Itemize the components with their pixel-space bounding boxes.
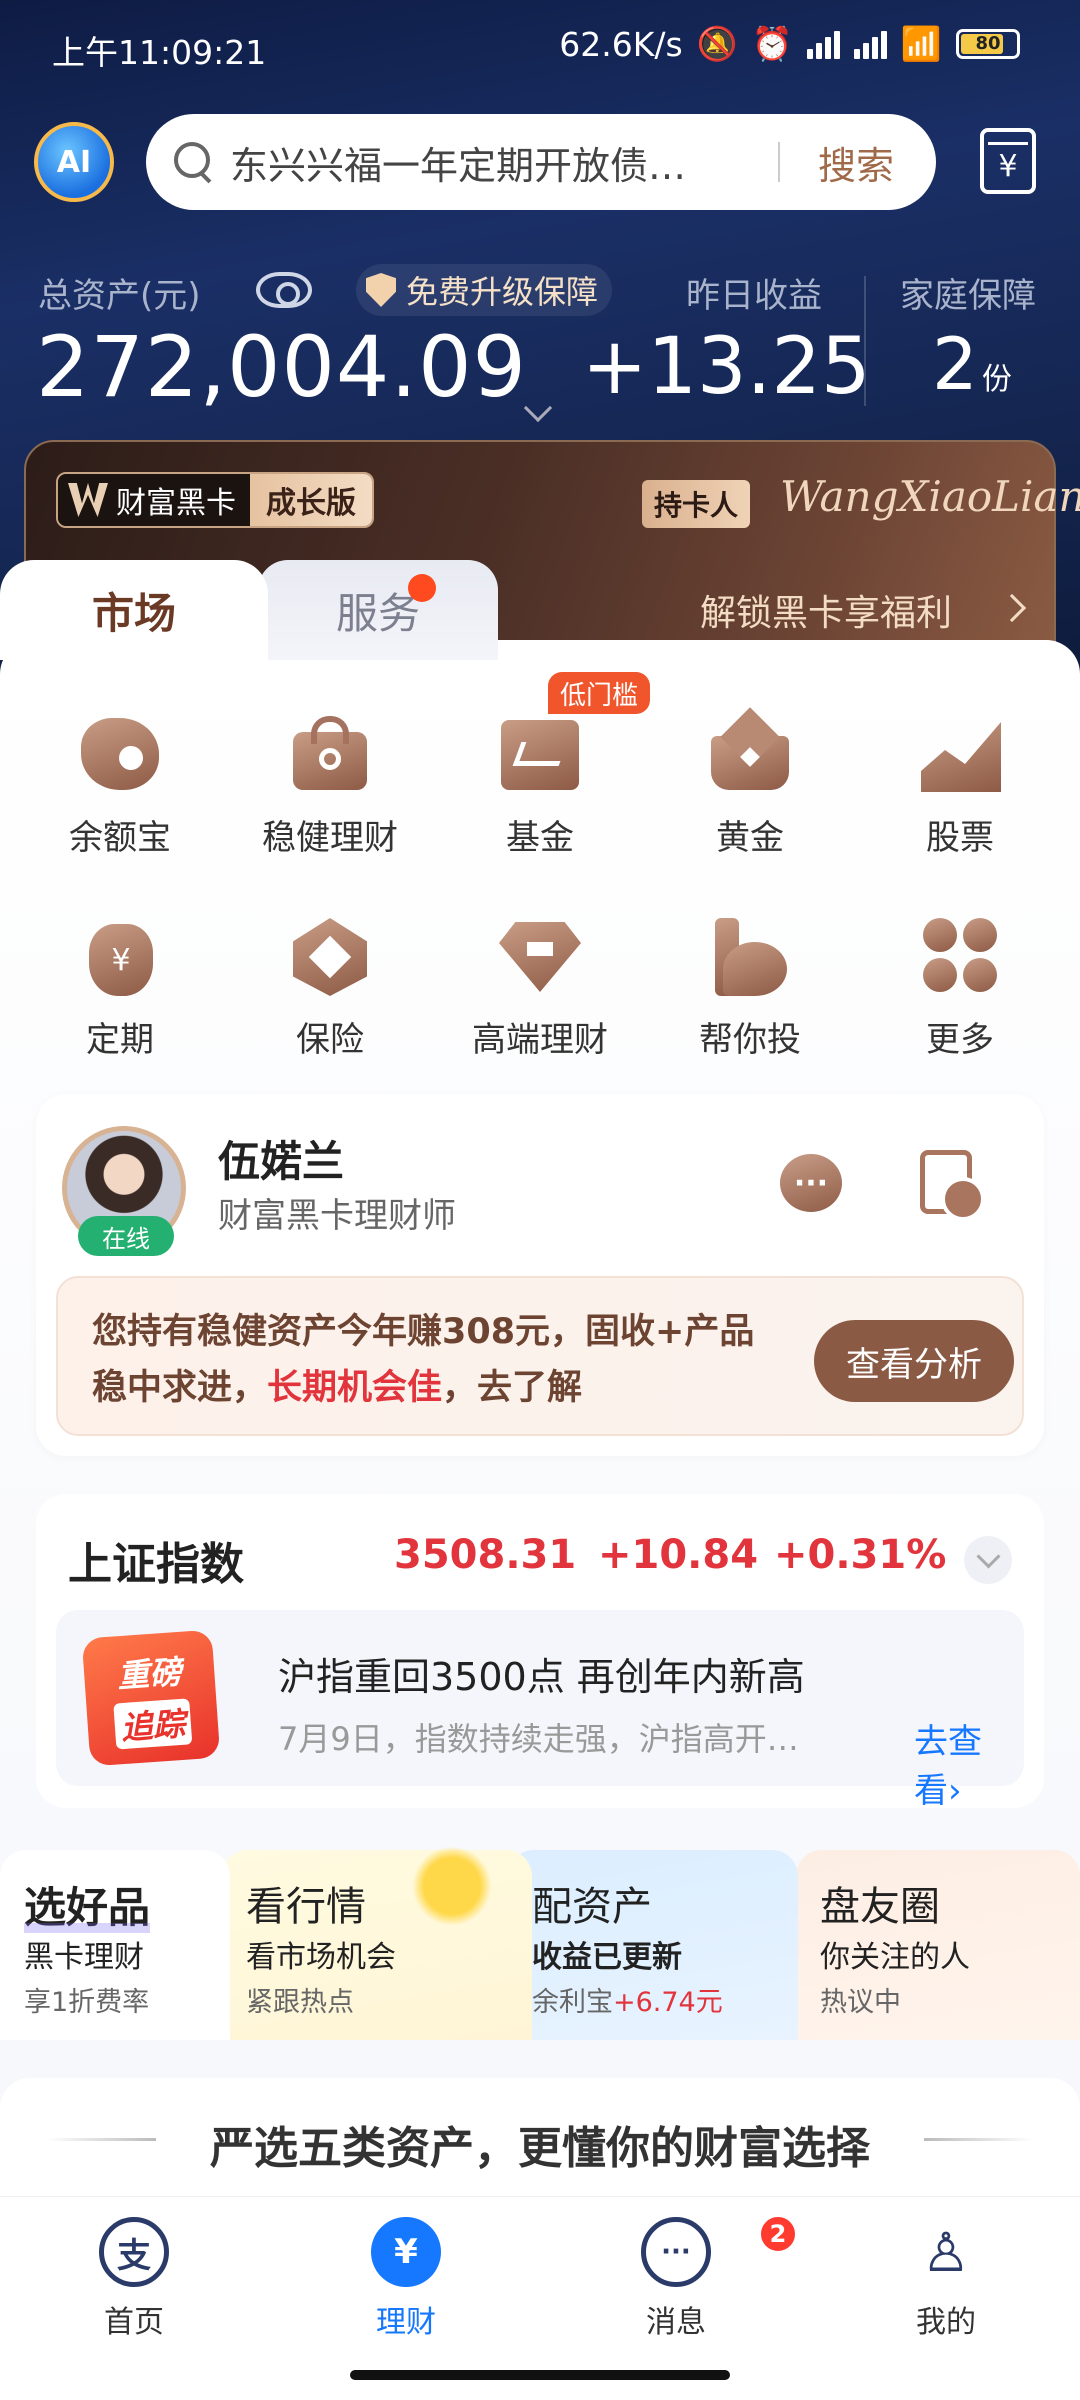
signal-icon-2 bbox=[853, 29, 887, 59]
message-icon: ··· 2 bbox=[641, 2214, 798, 2287]
news-subtitle: 7月9日，指数持续走强，沪指高开… bbox=[278, 1720, 799, 1758]
total-assets-label: 总资产(元) bbox=[38, 276, 201, 316]
index-card[interactable]: 上证指数 3508.31 +10.84 +0.31% 重磅 追踪 沪指重回350… bbox=[36, 1494, 1044, 1811]
alarm-icon: ⏰ bbox=[751, 24, 793, 63]
index-percent: +0.31% bbox=[774, 1532, 947, 1578]
wifi-icon: 📶 bbox=[900, 24, 942, 63]
unlock-black-card-link[interactable]: 解锁黑卡享福利 bbox=[700, 584, 952, 636]
phone-call-icon[interactable] bbox=[920, 1150, 985, 1221]
feature-tab-allocation[interactable]: 配资产 收益已更新 余利宝+6.74元 bbox=[508, 1850, 798, 2040]
upgrade-label: 免费升级保障 bbox=[406, 273, 599, 311]
grid-item-more[interactable]: 更多 bbox=[870, 910, 1050, 1061]
holder-label: 持卡人 bbox=[642, 480, 751, 528]
family-protection-value[interactable]: 2份 bbox=[932, 322, 1012, 406]
ai-assistant-icon[interactable]: AI bbox=[34, 122, 114, 202]
bill-icon[interactable]: ¥ bbox=[980, 128, 1036, 194]
home-indicator[interactable] bbox=[350, 2370, 730, 2380]
message-count-badge: 2 bbox=[758, 2214, 798, 2254]
total-assets-value[interactable]: 272,004.09 bbox=[36, 318, 527, 416]
alipay-home-icon: 支 bbox=[99, 2217, 169, 2287]
index-change: +10.84 bbox=[598, 1532, 759, 1578]
holder-signature: WangXiaoLian bbox=[780, 472, 1080, 521]
advice-box[interactable]: 您持有稳健资产今年赚308元，固收+产品稳中求进，长期机会佳，去了解 查看分析 bbox=[56, 1276, 1024, 1436]
news-box[interactable]: 重磅 追踪 沪指重回3500点 再创年内新高 7月9日，指数持续走强，沪指高开…… bbox=[56, 1610, 1024, 1811]
shield-icon bbox=[366, 273, 396, 307]
grid-item-yuebao[interactable]: 余额宝 bbox=[30, 708, 210, 859]
search-button[interactable]: 搜索 bbox=[818, 135, 894, 190]
select-assets-title: 严选五类资产，更懂你的财富选择 bbox=[210, 2123, 870, 2174]
index-value: 3508.31 bbox=[394, 1532, 577, 1578]
mute-icon: 🔕 bbox=[696, 24, 738, 63]
more-icon bbox=[915, 910, 1005, 1000]
eye-icon[interactable] bbox=[256, 272, 312, 308]
yuan-icon: ¥ bbox=[371, 2217, 441, 2287]
grid-item-stock[interactable]: 股票 bbox=[870, 708, 1050, 859]
view-news-link[interactable]: 去查看› bbox=[914, 1714, 1024, 1812]
view-analysis-button[interactable]: 查看分析 bbox=[814, 1320, 1014, 1402]
family-protection-label: 家庭保障 bbox=[900, 276, 1036, 316]
nav-finance[interactable]: ¥ 理财 bbox=[306, 2217, 506, 2341]
nav-messages[interactable]: ··· 2 消息 bbox=[576, 2214, 798, 2341]
news-title: 沪指重回3500点 再创年内新高 bbox=[278, 1655, 805, 1699]
headline-badge: 重磅 追踪 bbox=[81, 1629, 221, 1767]
feature-tab-selection[interactable]: 选好品 黑卡理财 享1折费率 bbox=[0, 1850, 230, 2040]
tab-service[interactable]: 服务 bbox=[258, 560, 498, 660]
yuebao-icon bbox=[75, 708, 165, 798]
status-icons: 62.6K/s 🔕 ⏰ 📶 80 bbox=[559, 24, 1020, 64]
chat-bubble-icon[interactable]: ··· bbox=[780, 1154, 842, 1212]
yesterday-earnings-value[interactable]: +13.25 bbox=[582, 322, 871, 412]
grid-item-stable-finance[interactable]: 稳健理财 bbox=[240, 708, 420, 859]
upgrade-protection-pill[interactable]: 免费升级保障 bbox=[356, 264, 613, 316]
grid-item-help-invest[interactable]: 帮你投 bbox=[660, 910, 840, 1061]
search-placeholder[interactable]: 东兴兴福一年定期开放债… bbox=[230, 135, 770, 190]
signal-icon bbox=[806, 29, 840, 59]
advice-text: 您持有稳健资产今年赚308元，固收+产品稳中求进，长期机会佳，去了解 bbox=[92, 1312, 755, 1408]
grid-item-fund[interactable]: 基金 bbox=[450, 708, 630, 859]
yesterday-earnings-label: 昨日收益 bbox=[686, 276, 822, 316]
fund-icon bbox=[495, 708, 585, 798]
search-bar[interactable]: 东兴兴福一年定期开放债… 搜索 bbox=[146, 114, 936, 210]
stock-icon bbox=[915, 708, 1005, 798]
search-icon bbox=[172, 140, 216, 184]
nav-profile[interactable]: ♙ 我的 bbox=[846, 2217, 1046, 2341]
stable-finance-icon bbox=[285, 708, 375, 798]
grid-item-premium-finance[interactable]: 高端理财 bbox=[450, 910, 630, 1061]
battery-icon: 80 bbox=[956, 29, 1020, 59]
grid-item-fixed-term[interactable]: ¥ 定期 bbox=[30, 910, 210, 1061]
notification-dot bbox=[408, 574, 436, 602]
help-invest-icon bbox=[705, 910, 795, 1000]
grid-item-gold[interactable]: 黄金 bbox=[660, 707, 840, 859]
feature-tab-community[interactable]: 盘友圈 你关注的人 热议中 bbox=[796, 1850, 1080, 2040]
chevron-down-icon[interactable] bbox=[964, 1536, 1012, 1584]
gold-icon bbox=[705, 707, 795, 798]
divider bbox=[864, 276, 866, 406]
card-level: 成长版 bbox=[250, 474, 372, 526]
online-status-badge: 在线 bbox=[78, 1216, 174, 1256]
net-speed: 62.6K/s bbox=[559, 24, 683, 64]
index-name: 上证指数 bbox=[68, 1539, 244, 1590]
sun-icon bbox=[412, 1846, 492, 1926]
card-brand: 财富黑卡 成长版 bbox=[56, 472, 374, 528]
status-bar: 上午11:09:21 62.6K/s 🔕 ⏰ 📶 80 bbox=[0, 0, 1080, 96]
advisor-title: 财富黑卡理财师 bbox=[218, 1196, 456, 1236]
user-icon: ♙ bbox=[921, 2220, 971, 2284]
insurance-icon bbox=[285, 910, 375, 1000]
nav-home[interactable]: 支 首页 bbox=[34, 2217, 234, 2341]
select-assets-banner[interactable]: 严选五类资产，更懂你的财富选择 bbox=[0, 2078, 1080, 2198]
divider bbox=[924, 2138, 1034, 2141]
fixed-term-icon: ¥ bbox=[75, 910, 165, 1000]
status-time: 上午11:09:21 bbox=[52, 33, 267, 72]
feature-tab-market[interactable]: 看行情 看市场机会 紧跟热点 bbox=[222, 1846, 532, 2040]
advisor-name: 伍婼兰 bbox=[218, 1137, 345, 1186]
grid-item-insurance[interactable]: 保险 bbox=[240, 910, 420, 1061]
search-divider bbox=[778, 142, 780, 182]
premium-finance-icon bbox=[495, 910, 585, 1000]
tab-market[interactable]: 市场 bbox=[0, 560, 268, 660]
low-threshold-badge: 低门槛 bbox=[548, 672, 651, 714]
w-logo-icon bbox=[68, 483, 108, 517]
advisor-card[interactable]: 在线 伍婼兰 财富黑卡理财师 ··· 您持有稳健资产今年赚308元，固收+产品稳… bbox=[36, 1094, 1044, 1456]
